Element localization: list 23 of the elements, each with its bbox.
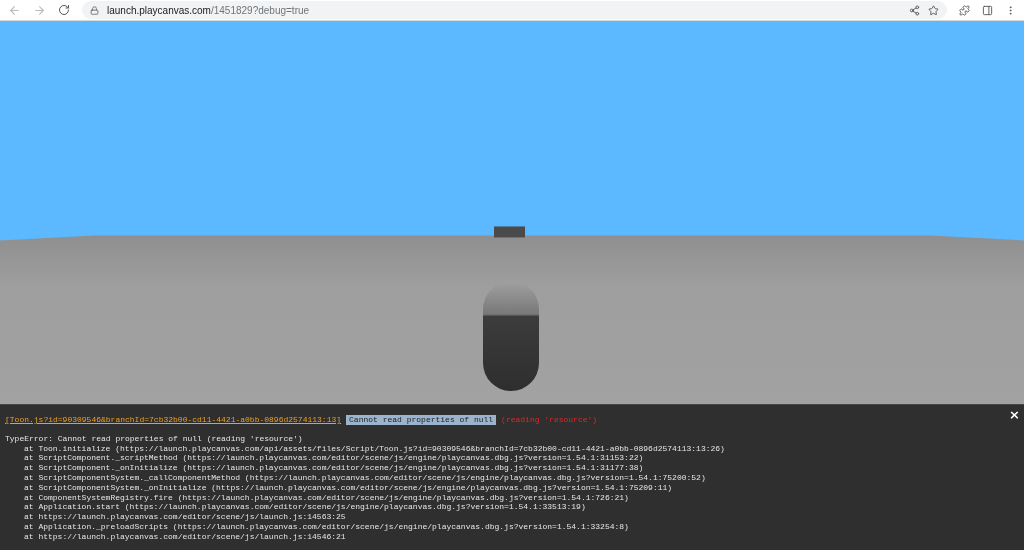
stack-trace-line: at https://launch.playcanvas.com/editor/scene/js/launch.js:14563:25: [23, 512, 347, 522]
extensions-icon[interactable]: [959, 4, 970, 16]
source-link[interactable]: [Toon.js?id=90309546&branchId=7cb32b00-cd11-4421-a0bb-0896d2574113:13]: [5, 415, 342, 425]
stack-trace-line: at ScriptComponent._onInitialize (https://launch.playcanvas.com/editor/scene/js/engine/playcanvas.dbg.js?version=1.54.1:31177:38): [23, 463, 645, 473]
stack-trace-line: at ScriptComponentSystem._onInitialize (https://launch.playcanvas.com/editor/scene/js/engine/playcanvas.dbg.js?version=1.54.1:75209:11): [23, 482, 674, 493]
share-icon[interactable]: [909, 4, 920, 16]
address-bar[interactable]: launch.playcanvas.com/1451829?debug=true: [82, 1, 947, 19]
error-message: Cannot read properties of null: [346, 415, 497, 425]
stack-trace-line: at ComponentSystemRegistry.fire (https://launch.playcanvas.com/editor/scene/js/engine/playcanvas.dbg.js?version=1.54.1:726:21): [23, 492, 630, 503]
bookmark-star-icon[interactable]: [928, 4, 939, 16]
stack-trace-line: at ScriptComponentSystem._callComponentMethod (https://launch.playcanvas.com/editor/scene/js/engine/playcanvas.dbg.js?version=1.54.1:75200:52): [23, 473, 707, 483]
stack-trace-line: at ScriptComponent._scriptMethod (https://launch.playcanvas.com/editor/scene/js/engine/playcanvas.dbg.js?version=1.54.1:31153:22): [23, 453, 645, 464]
reload-icon[interactable]: [58, 4, 70, 16]
close-button[interactable]: ×: [1009, 408, 1020, 421]
stack-trace-line: at Application._preloadScripts (https://launch.playcanvas.com/editor/scene/js/engine/playcanvas.dbg.js?version=1.54.1:33254:8): [23, 521, 630, 532]
stack-trace-line: at Application.start (https://launch.playcanvas.com/editor/scene/js/engine/playcanvas.dbg.js?version=1.54.1:33513:19): [23, 502, 587, 513]
error-text: TypeError: Cannot read properties of null (reading 'resource'): [5, 433, 304, 444]
url-text: launch.playcanvas.com/1451829?debug=true: [107, 3, 310, 18]
side-panel-icon[interactable]: [982, 4, 993, 16]
error-detail: (reading 'resource'): [501, 415, 598, 425]
lock-icon: [90, 5, 99, 15]
stack-trace-line: at Toon.initialize (https://launch.playcanvas.com/api/assets/files/Script/Toon.js?id=90309546&branchId=7cb32b00-cd11-4421-a0bb-0896d2574113:13:26): [23, 443, 726, 454]
stack-trace-line: at https://launch.playcanvas.com/editor/scene/js/launch.js:14546:21: [23, 531, 347, 542]
